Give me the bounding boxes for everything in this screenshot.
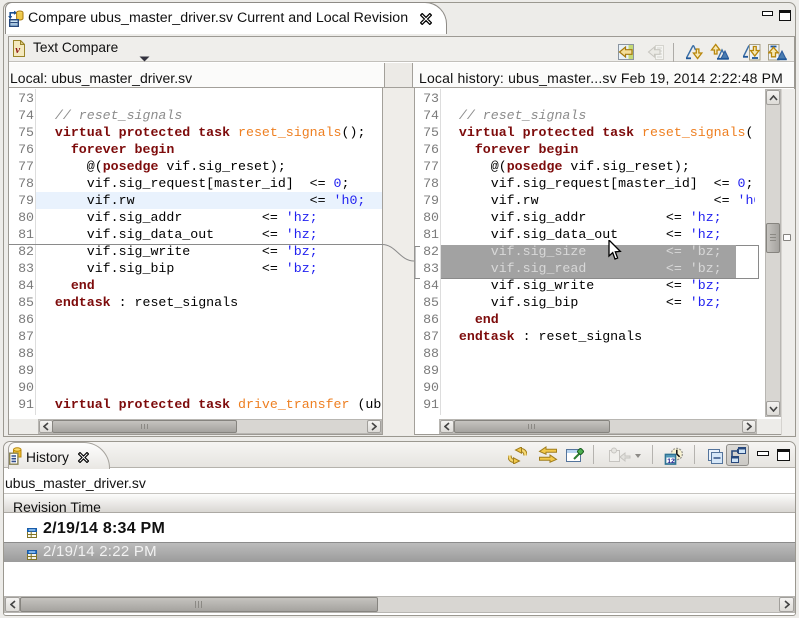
svg-text:v: v (15, 44, 20, 56)
svg-text:12: 12 (667, 458, 675, 465)
